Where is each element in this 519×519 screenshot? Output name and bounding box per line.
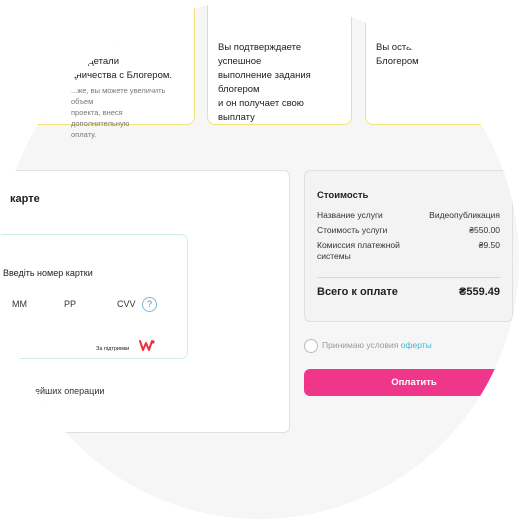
summary-row-value: ₴550.00 — [469, 225, 500, 235]
step-text-line: Блогером — [376, 56, 419, 67]
step-subtext-line: проекта, внеся дополнительную — [71, 108, 130, 128]
expiry-year-field[interactable]: РР — [64, 299, 76, 309]
summary-title: Стоимость — [317, 190, 369, 201]
step-subtext: ...же, вы можете увеличить объем проекта… — [71, 85, 182, 140]
pay-button[interactable]: Оплатить — [304, 369, 519, 396]
payment-provider-logo-icon — [139, 340, 155, 351]
summary-divider — [317, 277, 500, 278]
step-card-review: Вы оставл Блогером — [365, 0, 519, 125]
step-text-line: и он получает свою выплату — [218, 98, 304, 123]
step-subtext-line: ...же, вы можете увеличить объем — [71, 86, 166, 106]
terms-text: Принимаю условия оферты — [322, 340, 432, 350]
card-number-label[interactable]: Введіть номер картки — [3, 268, 93, 278]
step-text-line: ете детали — [71, 56, 120, 67]
card-form: Введіть номер картки ММ РР CVV ? За підт… — [0, 234, 188, 359]
payment-title: карте — [10, 193, 40, 205]
expiry-month-field[interactable]: ММ — [12, 299, 27, 309]
step-text-line: Вы подтверждаете успешное — [218, 42, 302, 67]
help-icon[interactable]: ? — [142, 297, 157, 312]
summary-row-value: Видеопубликация — [429, 210, 500, 220]
operations-note: ейших операции — [35, 386, 105, 396]
powered-by-label: За підтримки — [96, 346, 130, 352]
terms-radio[interactable] — [304, 339, 318, 353]
summary-row-label: Стоимость услуги — [317, 225, 388, 235]
step-text-line: выполнение задания блогером — [218, 70, 311, 95]
step-card-discuss: чате вы ете детали дничества с Блогером.… — [0, 0, 195, 139]
step-subtext-line: оплату. — [71, 130, 97, 139]
step-text-line: Вы оставл — [376, 42, 422, 53]
card-payment-panel: карте Введіть номер картки ММ РР CVV ? З… — [0, 170, 290, 433]
cvv-field[interactable]: CVV — [117, 299, 136, 309]
offer-link[interactable]: оферты — [401, 340, 432, 350]
summary-total: Всего к оплате ₴559.49 — [317, 286, 500, 298]
terms-label: Принимаю условия — [322, 340, 401, 350]
summary-row-label: Название услуги — [317, 210, 383, 220]
step-text-line: дничества с Блогером. — [71, 70, 173, 81]
cost-summary: Стоимость Название услуги Видеопубликаци… — [304, 170, 513, 322]
step-text-line: чате вы — [71, 42, 106, 53]
checkout-viewport: чате вы ете детали дничества с Блогером.… — [0, 0, 519, 519]
total-value: ₴559.49 — [459, 286, 500, 298]
total-label: Всего к оплате — [317, 286, 398, 298]
summary-row-value: ₴9.50 — [478, 240, 500, 250]
step-card-confirm: Вы подтверждаете успешное выполнение зад… — [207, 0, 352, 125]
summary-row-label: Комиссия платежной системы — [317, 240, 400, 261]
